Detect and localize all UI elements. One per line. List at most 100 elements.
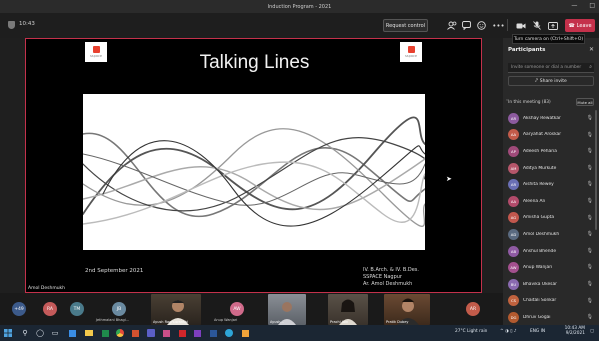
overflow-count-avatar[interactable]: +49 — [12, 302, 26, 316]
participant-name: Aishita Rewey — [523, 182, 554, 188]
shield-icon — [8, 21, 15, 29]
participant-row[interactable]: BU Bhavika Ukesar 🎙︎ — [503, 276, 599, 293]
windows-start-icon[interactable] — [3, 328, 13, 338]
participant-name: Chaitali Sonkar — [523, 298, 557, 304]
close-icon[interactable]: ✕ — [589, 46, 594, 53]
participant-avatar[interactable]: JB — [112, 302, 126, 316]
mic-off-icon: 🎙︎ — [586, 181, 593, 188]
acrobat-icon[interactable] — [177, 328, 187, 338]
participant-row[interactable]: AP Adeesh Peharia 🎙︎ — [503, 143, 599, 160]
participant-avatar: AR — [508, 179, 519, 191]
camera-off-icon[interactable] — [514, 19, 527, 32]
maximize-button[interactable]: □ — [589, 2, 595, 9]
mic-off-icon: 🎙︎ — [586, 280, 593, 287]
more-options-icon[interactable]: ••• — [492, 19, 505, 32]
tray-icons[interactable]: ^ ◑ ▯ ♪ — [500, 329, 517, 334]
participant-avatar: CS — [508, 295, 519, 307]
participant-row[interactable]: AM Aditya Murkute 🎙︎ — [503, 160, 599, 177]
search-icon[interactable]: ⚲ — [20, 328, 30, 338]
mic-off-icon: 🎙︎ — [586, 148, 593, 155]
participant-avatar[interactable]: RA — [43, 302, 57, 316]
photos-icon[interactable] — [240, 328, 250, 338]
video-tile[interactable]: Ayush... — [268, 294, 306, 325]
share-invite-button[interactable]: ⤤ Share invite — [508, 76, 594, 86]
clock[interactable]: 10:43 AM 9/2/2021 — [553, 326, 585, 336]
share-screen-icon[interactable] — [546, 19, 559, 32]
task-view-icon[interactable]: ▭ — [50, 328, 60, 338]
participant-avatar[interactable]: AR — [466, 302, 480, 316]
request-control-button[interactable]: Request control — [383, 19, 428, 32]
participant-row[interactable]: AR Aishita Rewey 🎙︎ — [503, 176, 599, 193]
credit-line: Ar. Amol Deshmukh — [363, 281, 413, 287]
credit-line: IV. B.Arch. & IV. B.Des. — [363, 267, 419, 273]
tile-caption: Ayush... — [270, 320, 284, 324]
participant-row[interactable]: AW Anup Wanjari 🎙︎ — [503, 259, 599, 276]
video-tile[interactable]: Ayush Raghuwanshi — [151, 294, 201, 325]
tile-caption: Pratik Dubey — [386, 320, 409, 324]
mic-off-icon: 🎙︎ — [586, 297, 593, 304]
minimize-button[interactable]: — — [571, 2, 577, 9]
participant-avatar: AD — [508, 228, 519, 240]
participant-avatar: AB — [508, 245, 519, 257]
leave-button[interactable]: ☎ Leave — [565, 19, 595, 32]
window-title: Induction Program - 2021 — [267, 3, 332, 10]
participant-name: Anshul Bhende — [523, 248, 557, 254]
participant-name: Bhavika Ukesar — [523, 281, 557, 287]
store-icon[interactable] — [67, 328, 77, 338]
mic-off-icon: 🎙︎ — [586, 131, 593, 138]
participant-list: AR Akshay Rewatkar 🎙︎ AA Aaryahat Aroskar 🎙︎ A… — [503, 110, 599, 326]
notifications-icon[interactable]: ▢ — [590, 329, 594, 334]
file-explorer-icon[interactable] — [84, 328, 94, 338]
weather-text[interactable]: 27°C Light rain — [455, 329, 487, 334]
task-view-icon[interactable]: ◯ — [35, 328, 45, 338]
chat-icon[interactable] — [460, 19, 473, 32]
participant-avatar[interactable]: TM — [70, 302, 84, 316]
teams-window: Induction Program - 2021 — □ 10:43 Reque… — [0, 0, 599, 341]
meeting-toolbar: 10:43 Request control ••• ☎ Leave — [0, 13, 599, 38]
participants-icon[interactable] — [445, 19, 458, 32]
reactions-icon[interactable] — [475, 19, 488, 32]
participant-row[interactable]: AD Amol Deshmukh 🎙︎ — [503, 226, 599, 243]
credit-line: SSPACE Nagpur — [363, 274, 402, 280]
app-icon[interactable] — [192, 328, 202, 338]
teams-icon[interactable] — [146, 328, 156, 338]
participant-name: Aditya Murkute — [523, 165, 557, 171]
excel-icon[interactable] — [100, 328, 110, 338]
participant-row[interactable]: AG Amisha Gupta 🎙︎ — [503, 210, 599, 227]
invite-search-input[interactable]: Invite someone or dial a number ⌕ — [508, 63, 594, 73]
powerpoint-icon[interactable] — [130, 328, 140, 338]
video-gallery-strip: +49 RA TM JB Jethmalani Bhagi... Ayush R… — [0, 293, 503, 325]
participant-row[interactable]: AA Aaryahat Aroskar 🎙︎ — [503, 127, 599, 144]
participant-avatar: AW — [508, 262, 519, 274]
participant-row[interactable]: DG Dhruv Gogai 🎙︎ — [503, 309, 599, 326]
participant-row[interactable]: AB Anshul Bhende 🎙︎ — [503, 243, 599, 260]
participant-row[interactable]: CS Chaitali Sonkar 🎙︎ — [503, 293, 599, 310]
participant-name: Amol Deshmukh — [523, 231, 560, 237]
video-tile[interactable]: Prachi Jain — [328, 294, 368, 325]
mic-off-icon[interactable] — [530, 19, 543, 32]
mute-all-button[interactable]: Mute all — [576, 98, 594, 106]
mic-off-icon: 🎙︎ — [586, 115, 593, 121]
participant-avatar: AR — [508, 112, 519, 124]
mic-off-icon: 🎙︎ — [586, 197, 593, 204]
participant-row[interactable]: AA Aleena Ali 🎙︎ — [503, 193, 599, 210]
edge-icon[interactable] — [224, 328, 234, 338]
word-icon[interactable] — [208, 328, 218, 338]
panel-scrollbar[interactable] — [595, 110, 597, 230]
mouse-cursor-icon: ➤ — [446, 175, 452, 183]
participant-name: Dhruv Gogai — [523, 314, 551, 320]
participant-name: Aleena Ali — [523, 198, 545, 204]
video-tile[interactable]: Pratik Dubey — [384, 294, 430, 325]
language-indicator[interactable]: ENG IN — [530, 329, 545, 334]
mic-off-icon: 🎙︎ — [586, 247, 593, 254]
participant-name: Anup Wanjari — [523, 265, 553, 271]
in-meeting-section-header[interactable]: ˅ In this meeting (83) Mute all — [506, 98, 596, 107]
participant-row[interactable]: AR Akshay Rewatkar 🎙︎ — [503, 110, 599, 127]
mic-off-icon: 🎙︎ — [586, 164, 593, 171]
mic-off-icon: 🎙︎ — [586, 264, 593, 271]
chrome-icon[interactable] — [115, 328, 125, 338]
tile-caption: Anup Wanjari — [214, 318, 238, 322]
app-icon[interactable] — [161, 328, 171, 338]
participant-avatar[interactable]: AW — [230, 302, 244, 316]
participant-avatar: AM — [508, 162, 519, 174]
